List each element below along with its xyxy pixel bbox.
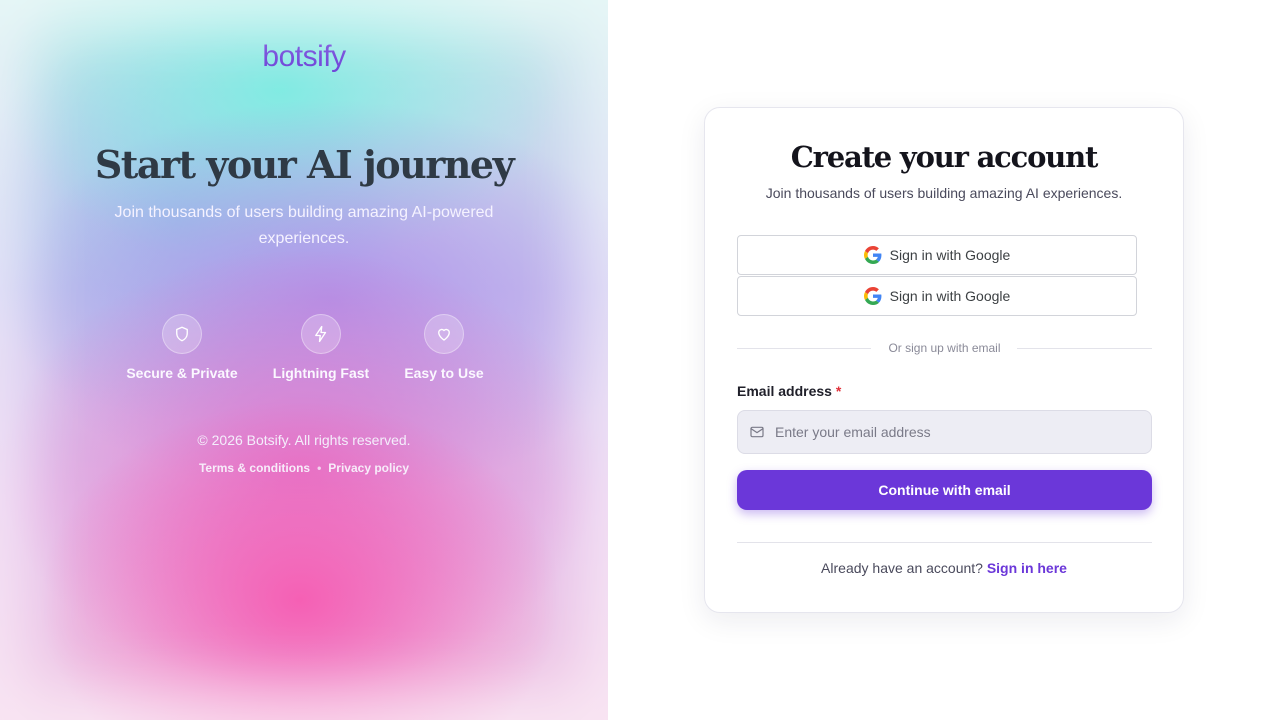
copyright-text: © 2026 Botsify. All rights reserved.: [197, 432, 411, 448]
bottom-divider: [737, 542, 1152, 543]
google-signin-button[interactable]: Sign in with Google: [737, 276, 1137, 316]
or-divider: Or sign up with email: [737, 340, 1152, 356]
shield-icon: [162, 314, 202, 354]
feature-secure: Secure & Private: [124, 314, 240, 381]
lightning-icon: [301, 314, 341, 354]
google-icon: [863, 287, 882, 305]
signin-link[interactable]: Sign in here: [987, 560, 1067, 576]
signin-row: Already have an account? Sign in here: [705, 560, 1183, 576]
google-button-label: Sign in with Google: [889, 288, 1011, 304]
feature-label: Easy to Use: [404, 365, 484, 381]
privacy-link[interactable]: Privacy policy: [328, 461, 409, 475]
continue-with-email-button[interactable]: Continue with email: [737, 470, 1152, 510]
heart-icon: [424, 314, 464, 354]
card-subtitle: Join thousands of users building amazing…: [765, 185, 1123, 201]
feature-easy: Easy to Use: [402, 314, 486, 381]
email-input[interactable]: [775, 411, 1151, 453]
botsify-logo[interactable]: botsify: [0, 40, 608, 74]
hero-panel: botsify Start your AI journey Join thous…: [0, 0, 608, 720]
feature-list: Secure & Private Lightning Fast Easy to …: [0, 314, 608, 384]
email-field-wrapper[interactable]: [737, 410, 1152, 454]
card-title: Create your account: [790, 140, 1099, 174]
feature-label: Secure & Private: [126, 365, 238, 381]
hero-subtitle: Join thousands of users building amazing…: [114, 204, 494, 247]
google-icon: [863, 246, 882, 264]
signup-card: Create your account Join thousands of us…: [704, 107, 1184, 613]
email-label: Email address *: [737, 383, 841, 399]
required-mark: *: [835, 383, 842, 399]
feature-fast: Lightning Fast: [270, 314, 372, 381]
legal-links: Terms & conditions • Privacy policy: [0, 461, 608, 475]
google-signin-button[interactable]: Sign in with Google: [737, 235, 1137, 275]
hero-title: Start your AI journey: [94, 142, 515, 187]
divider-text: Or sign up with email: [888, 341, 1001, 355]
email-label-text: Email address: [737, 383, 832, 399]
legal-separator: •: [317, 461, 322, 475]
feature-label: Lightning Fast: [272, 365, 370, 381]
google-button-label: Sign in with Google: [889, 247, 1011, 263]
terms-link[interactable]: Terms & conditions: [199, 461, 310, 475]
mail-icon: [749, 424, 765, 440]
signin-prompt: Already have an account?: [821, 560, 983, 576]
